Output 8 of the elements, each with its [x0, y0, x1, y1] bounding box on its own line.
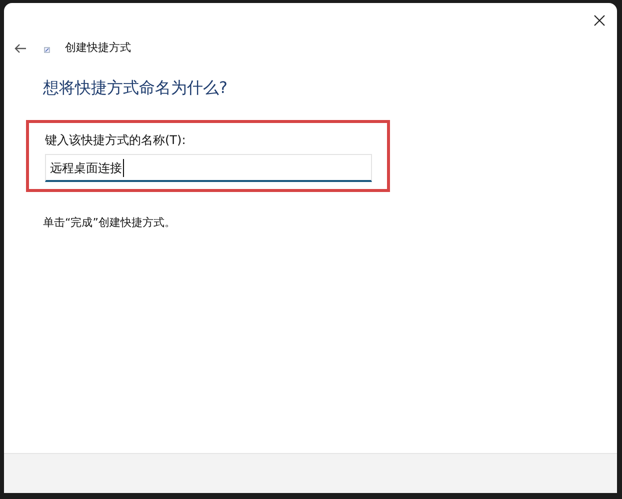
close-icon [594, 14, 604, 26]
back-icon [14, 42, 26, 54]
window-title: 创建快捷方式 [65, 40, 131, 56]
shortcut-icon [44, 47, 50, 53]
field-label: 键入该快捷方式的名称(T): [45, 132, 187, 149]
instruction-text: 单击“完成”创建快捷方式。 [43, 215, 176, 231]
page-heading: 想将快捷方式命名为什么? [43, 77, 228, 99]
name-field[interactable]: 远程桌面连接 [45, 154, 372, 182]
